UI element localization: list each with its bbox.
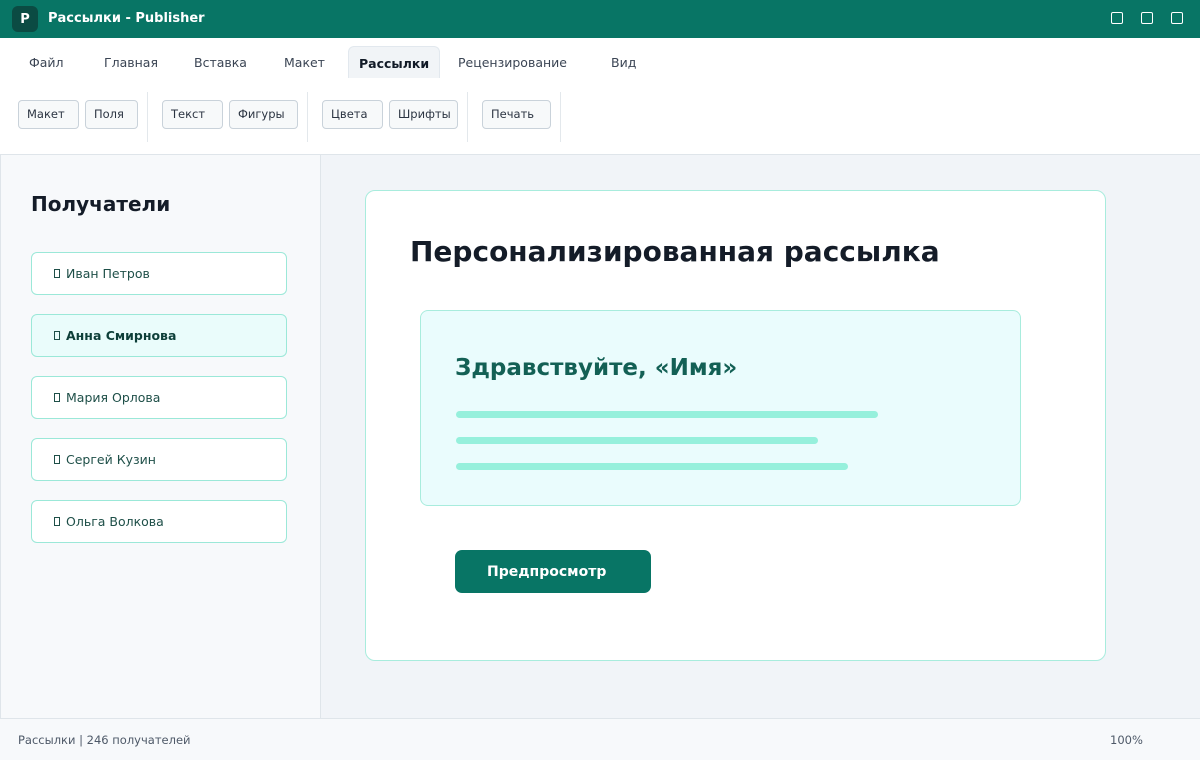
ribbon-divider — [560, 92, 561, 142]
recipients-title: Получатели — [31, 192, 171, 216]
recipients-panel: Получатели Иван Петров Анна Смирнова Мар… — [0, 155, 321, 718]
text-placeholder-line — [456, 411, 878, 418]
ribbon-divider — [147, 92, 148, 142]
recipient-item[interactable]: Сергей Кузин — [31, 438, 287, 481]
print-button[interactable]: Печать — [482, 100, 551, 129]
text-placeholder-line — [456, 463, 848, 470]
contact-icon — [54, 331, 60, 340]
document-page: Персонализированная рассылка Здравствуйт… — [365, 190, 1106, 661]
maximize-icon[interactable] — [1141, 12, 1153, 24]
close-icon[interactable] — [1171, 12, 1183, 24]
text-placeholder-line — [456, 437, 818, 444]
recipient-item[interactable]: Мария Орлова — [31, 376, 287, 419]
recipient-name: Ольга Волкова — [66, 514, 164, 529]
letter-preview: Здравствуйте, «Имя» — [420, 310, 1021, 506]
recipient-name: Мария Орлова — [66, 390, 161, 405]
title-bar: P Рассылки - Publisher — [0, 0, 1200, 38]
tab-review[interactable]: Рецензирование — [458, 46, 567, 78]
tab-view[interactable]: Вид — [611, 46, 636, 78]
colors-button[interactable]: Цвета — [322, 100, 383, 129]
contact-icon — [54, 455, 60, 464]
preview-button[interactable]: Предпросмотр — [455, 550, 651, 593]
document-workspace: Персонализированная рассылка Здравствуйт… — [321, 155, 1200, 718]
recipient-name: Иван Петров — [66, 266, 150, 281]
ribbon-divider — [467, 92, 468, 142]
recipient-item[interactable]: Иван Петров — [31, 252, 287, 295]
recipient-item[interactable]: Ольга Волкова — [31, 500, 287, 543]
zoom-level[interactable]: 100% — [1110, 733, 1143, 747]
minimize-icon[interactable] — [1111, 12, 1123, 24]
recipient-item-selected[interactable]: Анна Смирнова — [31, 314, 287, 357]
tab-home[interactable]: Главная — [104, 46, 158, 78]
tab-layout[interactable]: Макет — [284, 46, 325, 78]
layout-button[interactable]: Макет — [18, 100, 79, 129]
contact-icon — [54, 269, 60, 278]
window-title: Рассылки - Publisher — [48, 11, 205, 26]
status-bar: Рассылки | 246 получателей 100% — [0, 718, 1200, 760]
greeting-text: Здравствуйте, «Имя» — [455, 355, 738, 381]
tab-insert[interactable]: Вставка — [194, 46, 247, 78]
shapes-button[interactable]: Фигуры — [229, 100, 298, 129]
fonts-button[interactable]: Шрифты — [389, 100, 458, 129]
app-logo-icon: P — [12, 6, 38, 32]
text-button[interactable]: Текст — [162, 100, 223, 129]
contact-icon — [54, 393, 60, 402]
tab-mailings[interactable]: Рассылки — [348, 46, 441, 78]
document-title: Персонализированная рассылка — [410, 235, 940, 268]
contact-icon — [54, 517, 60, 526]
ribbon-divider — [307, 92, 308, 142]
status-text: Рассылки | 246 получателей — [18, 733, 191, 747]
tab-file[interactable]: Файл — [29, 46, 64, 78]
margins-button[interactable]: Поля — [85, 100, 138, 129]
recipient-name: Анна Смирнова — [66, 328, 177, 343]
recipient-name: Сергей Кузин — [66, 452, 156, 467]
ribbon: Файл Главная Вставка Макет Рассылки Реце… — [0, 38, 1200, 155]
